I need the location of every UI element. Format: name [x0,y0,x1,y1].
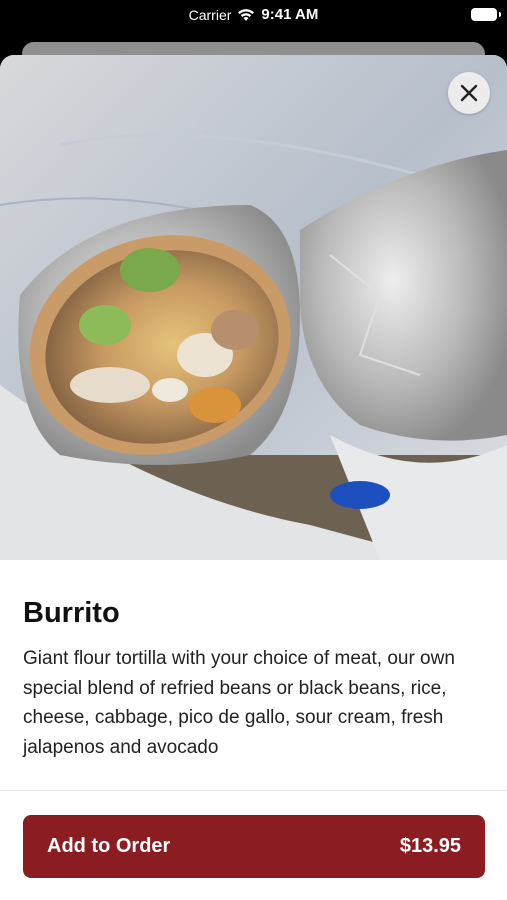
wifi-icon [238,8,255,21]
item-price: $13.95 [399,835,461,857]
item-detail-sheet: Burrito Giant flour tortilla with your c… [0,55,507,900]
item-description: Giant flour tortilla with your choice of… [23,648,455,758]
battery-icon [471,8,501,21]
divider [0,790,507,791]
add-to-order-button[interactable]: Add to Order $13.95 [23,815,485,878]
close-icon [460,84,478,102]
burrito-photo-drawing [0,55,507,560]
status-bar: Carrier 9:41 AM [0,0,507,32]
carrier-label: Carrier [188,6,232,23]
burrito-photo [0,55,507,560]
clock: 9:41 AM [261,6,319,23]
add-to-order-label: Add to Order [47,835,171,857]
close-button[interactable] [448,72,490,114]
item-title: Burrito [23,597,120,629]
